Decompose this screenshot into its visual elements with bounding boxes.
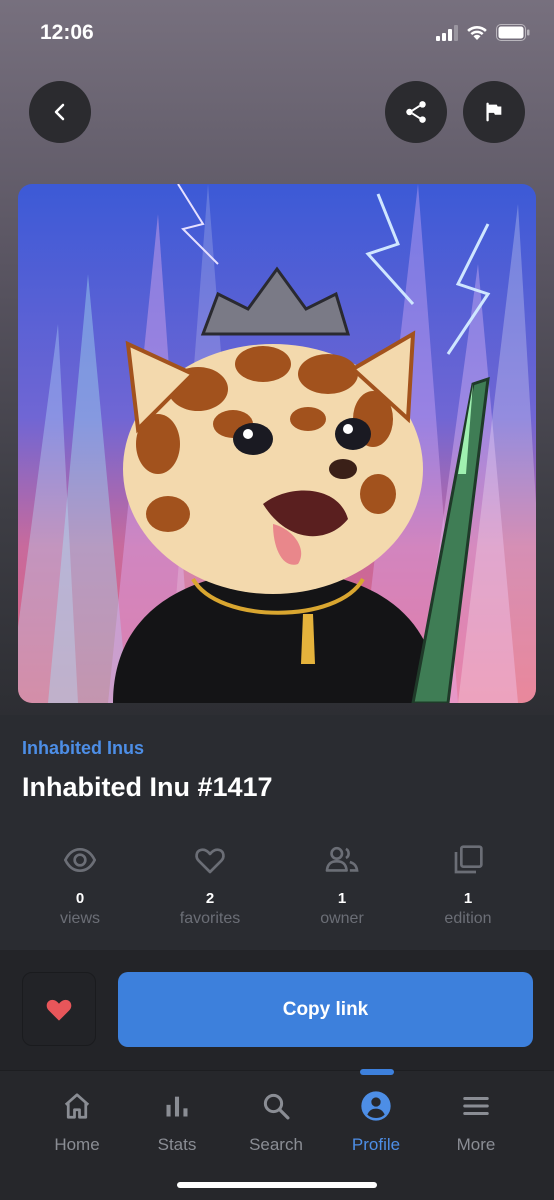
profile-icon	[361, 1091, 391, 1121]
status-bar: 12:06	[0, 0, 554, 66]
tab-label: More	[456, 1135, 496, 1154]
stat-label: owner	[320, 910, 364, 927]
copies-icon	[454, 845, 483, 874]
flag-icon	[486, 102, 502, 122]
stat-favorites: 2 favorites	[150, 840, 270, 928]
stat-owners: 1 owner	[282, 840, 402, 928]
stat-value: 2	[205, 890, 215, 907]
chevron-left-icon	[54, 103, 65, 121]
wifi-icon	[467, 25, 487, 40]
nft-artwork	[18, 184, 536, 703]
stat-edition: 1 edition	[408, 840, 528, 928]
tab-bar: Home Stats Search Profile More	[0, 1069, 554, 1200]
menu-icon	[463, 1097, 489, 1115]
status-icons	[436, 24, 530, 41]
stats-row: 0 views 2 favorites 1 owner 1 edition	[0, 840, 554, 940]
tab-more[interactable]: More	[426, 1089, 526, 1155]
heart-icon	[46, 999, 72, 1021]
copy-link-button[interactable]: Copy link	[118, 972, 533, 1047]
active-tab-indicator	[360, 1069, 394, 1075]
signal-icon	[436, 24, 458, 41]
status-time: 12:06	[40, 21, 94, 44]
stat-value: 1	[337, 890, 347, 907]
stat-value: 1	[463, 890, 473, 907]
eye-icon	[64, 847, 96, 873]
action-bar: Copy link	[0, 950, 554, 1070]
report-button[interactable]	[463, 81, 525, 143]
favorite-button[interactable]	[22, 972, 96, 1046]
tab-stats[interactable]: Stats	[127, 1089, 227, 1155]
stat-label: favorites	[179, 910, 241, 927]
heart-outline-icon	[195, 848, 225, 874]
battery-icon	[496, 24, 530, 41]
stats-icon	[166, 1096, 188, 1117]
collection-link[interactable]: Inhabited Inus	[22, 738, 144, 759]
tab-label: Home	[54, 1135, 100, 1154]
tab-label: Stats	[157, 1135, 197, 1154]
tab-label: Profile	[351, 1135, 401, 1154]
share-icon	[406, 101, 426, 123]
home-icon	[64, 1093, 90, 1119]
tab-home[interactable]: Home	[27, 1089, 127, 1155]
stat-value: 0	[75, 890, 85, 907]
home-indicator[interactable]	[177, 1182, 377, 1188]
share-button[interactable]	[385, 81, 447, 143]
nft-title: Inhabited Inu #1417	[22, 772, 273, 802]
tab-profile[interactable]: Profile	[326, 1089, 426, 1155]
stat-label: edition	[444, 910, 492, 927]
search-icon	[263, 1093, 290, 1120]
tab-search[interactable]: Search	[226, 1089, 326, 1155]
people-icon	[325, 846, 359, 872]
stat-label: views	[59, 910, 100, 927]
tab-label: Search	[249, 1135, 303, 1154]
nft-image[interactable]	[18, 184, 536, 703]
back-button[interactable]	[29, 81, 91, 143]
stat-views: 0 views	[20, 840, 140, 928]
